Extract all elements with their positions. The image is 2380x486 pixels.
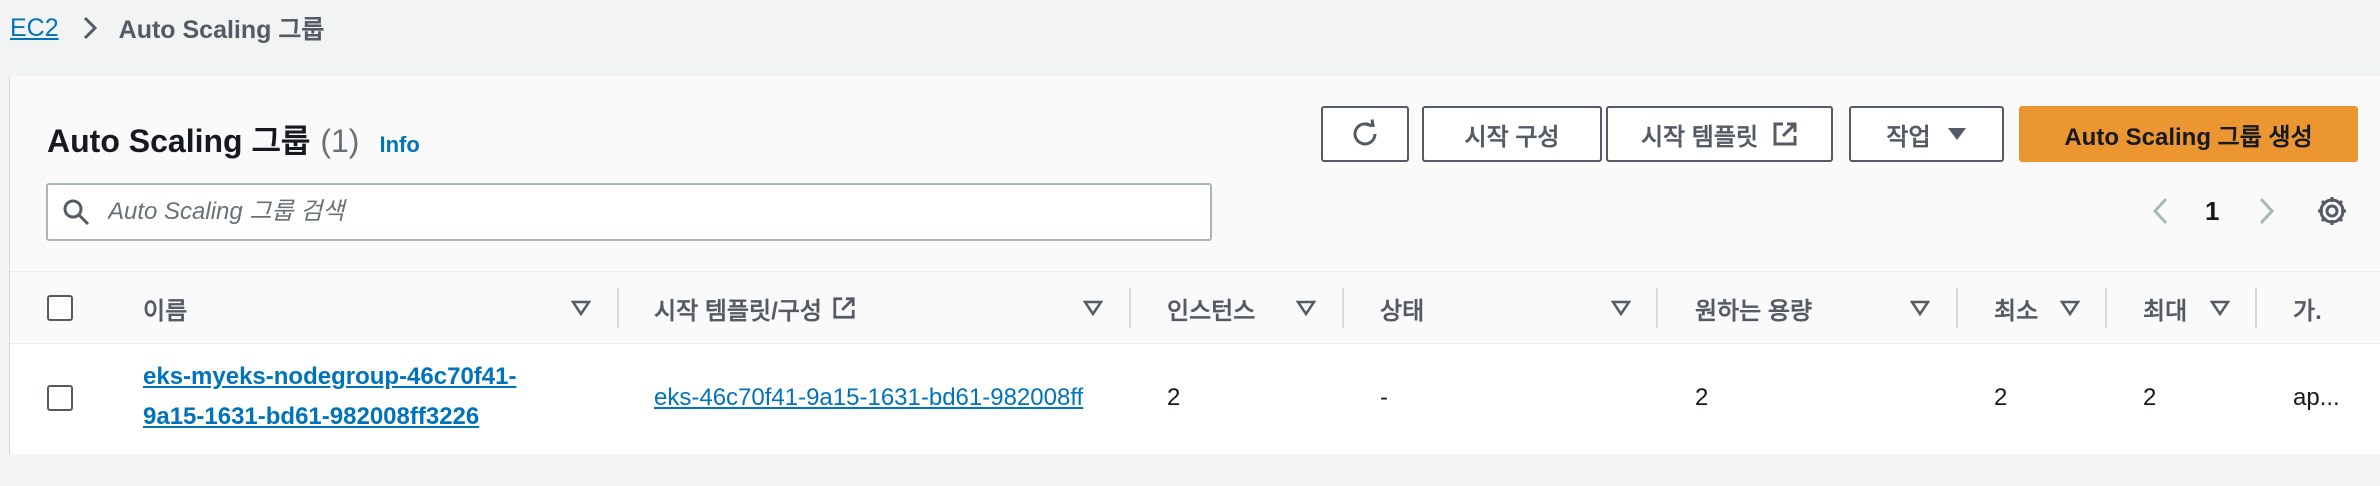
panel-header: Auto Scaling 그룹 (1) Info 시작 구성 시작 템플릿 작업 — [10, 76, 2380, 272]
group-name-line-1[interactable]: eks-myeks-nodegroup-46c70f41- — [143, 363, 516, 390]
column-header-name[interactable]: 이름 — [143, 272, 187, 344]
breadcrumb-ec2-link[interactable]: EC2 — [10, 14, 59, 43]
title-text: Auto Scaling 그룹 — [47, 123, 311, 159]
sort-icon[interactable] — [571, 300, 591, 316]
table-settings-button[interactable] — [2316, 186, 2348, 236]
search-input[interactable] — [106, 197, 1156, 227]
column-header-label: 시작 템플릿/구성 — [654, 297, 822, 325]
column-header-desired-capacity[interactable]: 원하는 용량 — [1695, 272, 1812, 344]
launch-template-cell: eks-46c70f41-9a15-1631-bd61-982008ff — [654, 384, 1130, 412]
actions-label: 작업 — [1886, 123, 1931, 151]
desired-capacity-cell: 2 — [1695, 384, 1709, 411]
column-header-label: 최대 — [2143, 297, 2188, 325]
sort-icon[interactable] — [1296, 300, 1316, 316]
table-row: eks-myeks-nodegroup-46c70f41- 9a15-1631-… — [10, 344, 2380, 454]
external-link-icon — [833, 297, 855, 319]
chevron-right-icon — [2259, 197, 2275, 225]
sort-icon[interactable] — [2210, 300, 2230, 316]
previous-page-button[interactable] — [2150, 186, 2172, 236]
sort-icon[interactable] — [2060, 300, 2080, 316]
create-auto-scaling-group-button[interactable]: Auto Scaling 그룹 생성 — [2019, 106, 2358, 162]
sort-icon[interactable] — [1611, 300, 1631, 316]
auto-scaling-groups-panel: Auto Scaling 그룹 (1) Info 시작 구성 시작 템플릿 작업 — [9, 76, 2380, 454]
column-header-min[interactable]: 최소 — [1994, 272, 2038, 344]
availability-zones-cell: ap... — [2293, 384, 2340, 411]
launch-configuration-label: 시작 구성 — [1464, 123, 1560, 151]
group-name-line-2[interactable]: 9a15-1631-bd61-982008ff3226 — [143, 403, 479, 430]
column-resizer[interactable] — [1342, 288, 1344, 328]
search-box[interactable] — [46, 183, 1212, 241]
external-link-icon — [1773, 122, 1797, 146]
group-count: (1) — [320, 123, 360, 159]
refresh-button[interactable] — [1321, 106, 1409, 162]
column-resizer[interactable] — [2255, 288, 2257, 328]
current-page-number[interactable]: 1 — [2205, 186, 2219, 236]
column-header-label: 인스턴스 — [1167, 297, 1256, 325]
launch-template-button[interactable]: 시작 템플릿 — [1606, 106, 1833, 162]
page-title: Auto Scaling 그룹 (1) Info — [47, 116, 420, 162]
column-resizer[interactable] — [1656, 288, 1658, 328]
column-header-label: 상태 — [1380, 297, 1425, 325]
min-cell: 2 — [1994, 384, 2008, 411]
actions-dropdown-button[interactable]: 작업 — [1849, 106, 2004, 162]
group-name-link[interactable]: eks-myeks-nodegroup-46c70f41- 9a15-1631-… — [143, 357, 563, 437]
column-resizer[interactable] — [2105, 288, 2107, 328]
create-label: Auto Scaling 그룹 생성 — [2064, 123, 2313, 151]
info-link[interactable]: Info — [379, 132, 419, 158]
column-header-availability-zones[interactable]: 가. — [2293, 272, 2322, 344]
column-header-label: 이름 — [143, 297, 188, 325]
column-header-instances[interactable]: 인스턴스 — [1167, 272, 1255, 344]
search-icon — [62, 198, 90, 226]
column-resizer[interactable] — [1129, 288, 1131, 328]
max-cell: 2 — [2143, 384, 2157, 411]
column-resizer[interactable] — [617, 288, 619, 328]
row-checkbox[interactable] — [47, 385, 73, 411]
column-header-max[interactable]: 최대 — [2143, 272, 2187, 344]
chevron-right-icon — [79, 13, 101, 43]
status-cell: - — [1380, 384, 1388, 411]
refresh-icon — [1353, 119, 1377, 146]
select-all-checkbox[interactable] — [47, 295, 73, 321]
launch-template-link[interactable]: eks-46c70f41-9a15-1631-bd61-982008ff — [654, 384, 1083, 411]
caret-down-icon — [1947, 128, 1966, 140]
launch-template-label: 시작 템플릿 — [1640, 123, 1759, 151]
instances-cell: 2 — [1167, 384, 1181, 411]
gear-icon — [2318, 197, 2346, 225]
table-header: 이름 시작 템플릿/구성 인스턴스 상태 원하는 용량 최소 최대 가. — [10, 272, 2380, 344]
next-page-button[interactable] — [2255, 186, 2277, 236]
column-header-status[interactable]: 상태 — [1380, 272, 1424, 344]
breadcrumb-current: Auto Scaling 그룹 — [118, 16, 325, 44]
column-header-launch-template[interactable]: 시작 템플릿/구성 — [654, 272, 856, 344]
sort-icon[interactable] — [1910, 300, 1930, 316]
column-header-label: 가. — [2293, 297, 2322, 325]
chevron-left-icon — [2152, 197, 2168, 225]
breadcrumb: EC2 Auto Scaling 그룹 — [10, 10, 324, 46]
column-resizer[interactable] — [1956, 288, 1958, 328]
column-header-label: 원하는 용량 — [1695, 297, 1813, 325]
launch-configuration-button[interactable]: 시작 구성 — [1422, 106, 1602, 162]
sort-icon[interactable] — [1083, 300, 1103, 316]
column-header-label: 최소 — [1994, 297, 2039, 325]
